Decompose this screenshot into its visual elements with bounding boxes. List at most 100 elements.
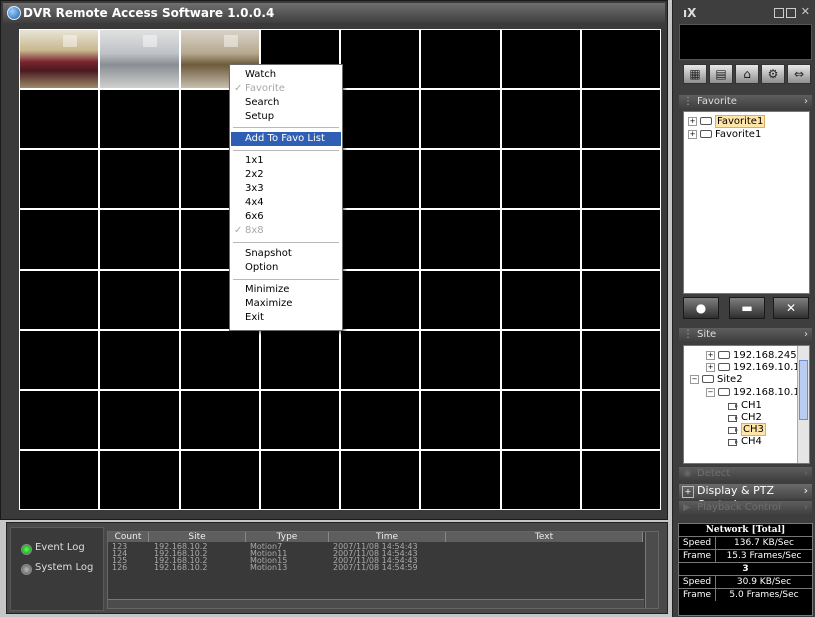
camera-cell[interactable] [421, 210, 500, 269]
camera-cell[interactable] [501, 270, 580, 329]
tree-node[interactable]: CH1 [728, 400, 762, 412]
menu-item-3x3[interactable]: 3x3 [231, 182, 341, 196]
camera-cell[interactable] [20, 210, 99, 269]
camera-cell[interactable] [260, 450, 339, 509]
event-log-radio[interactable] [21, 544, 32, 555]
layout-button[interactable]: ▦ [683, 64, 707, 84]
camera-cell[interactable] [421, 30, 500, 89]
detect-section-header[interactable]: ◉ Detect › [679, 467, 812, 481]
expand-icon[interactable]: + [706, 362, 715, 372]
camera-cell[interactable] [501, 450, 580, 509]
camera-cell[interactable] [100, 390, 179, 449]
camera-cell[interactable] [341, 30, 420, 89]
camera-cell[interactable] [501, 150, 580, 209]
menu-item-watch[interactable]: Watch [231, 68, 341, 82]
minimize-icon[interactable] [774, 8, 784, 18]
camera-cell[interactable] [421, 390, 500, 449]
camera-cell[interactable] [20, 450, 99, 509]
maximize-icon[interactable] [786, 8, 796, 18]
camera-cell[interactable] [581, 30, 660, 89]
site-tree-scrollbar[interactable] [797, 346, 809, 463]
camera-cell[interactable] [341, 90, 420, 149]
menu-item-4x4[interactable]: 4x4 [231, 196, 341, 210]
camera-cell[interactable] [501, 30, 580, 89]
camera-cell[interactable] [341, 150, 420, 209]
camera-cell[interactable] [501, 390, 580, 449]
camera-cell[interactable] [100, 270, 179, 329]
camera-cell[interactable] [180, 390, 259, 449]
tree-node[interactable]: + Favorite1 [688, 115, 766, 128]
camera-cell[interactable] [421, 450, 500, 509]
edit-button[interactable]: ▬ [729, 297, 765, 319]
column-header-site[interactable]: Site [149, 532, 246, 542]
menu-item-add-to-favo-list[interactable]: Add To Favo List [231, 132, 341, 146]
column-header-time[interactable]: Time [329, 532, 446, 542]
camera-cell[interactable] [20, 330, 99, 389]
camera-cell[interactable] [100, 210, 179, 269]
camera-cell[interactable] [581, 390, 660, 449]
display-ptz-section-header[interactable]: + Display & PTZ Control › [679, 484, 812, 511]
tree-node[interactable]: CH3 [728, 423, 766, 436]
menu-item-minimize[interactable]: Minimize [231, 283, 341, 297]
column-header-type[interactable]: Type [246, 532, 329, 542]
camera-cell[interactable] [180, 330, 259, 389]
camera-cell[interactable] [581, 330, 660, 389]
delete-button[interactable]: ✕ [773, 297, 809, 319]
settings-button[interactable]: ⚙ [761, 64, 785, 84]
tree-node[interactable]: +192.169.10.114 [706, 362, 809, 374]
menu-item-2x2[interactable]: 2x2 [231, 168, 341, 182]
menu-item-setup[interactable]: Setup [231, 110, 341, 124]
collapse-icon[interactable]: − [690, 374, 699, 384]
tree-node[interactable]: + Favorite1 [688, 129, 761, 141]
camera-cell[interactable] [421, 330, 500, 389]
event-log-label[interactable]: Event Log [35, 542, 85, 553]
camera-cell[interactable] [341, 270, 420, 329]
camera-cell[interactable] [341, 330, 420, 389]
connect-button[interactable]: ⇔ [787, 64, 811, 84]
camera-cell[interactable] [260, 390, 339, 449]
camera-cell[interactable] [180, 450, 259, 509]
camera-cell[interactable] [581, 90, 660, 149]
camera-cell[interactable] [20, 30, 99, 89]
horizontal-scrollbar[interactable] [108, 599, 644, 608]
camera-cell[interactable] [421, 150, 500, 209]
menu-item-6x6[interactable]: 6x6 [231, 210, 341, 224]
camera-cell[interactable] [501, 90, 580, 149]
camera-cell[interactable] [100, 90, 179, 149]
camera-cell[interactable] [341, 450, 420, 509]
camera-cell[interactable] [20, 90, 99, 149]
camera-cell[interactable] [100, 330, 179, 389]
menu-item-snapshot[interactable]: Snapshot [231, 247, 341, 261]
scroll-thumb[interactable] [799, 360, 808, 420]
column-header-count[interactable]: Count [108, 532, 149, 542]
table-row[interactable]: 126 192.168.10.2 Motion13 2007/11/08 14:… [108, 564, 644, 572]
camera-cell[interactable] [421, 90, 500, 149]
camera-cell[interactable] [341, 390, 420, 449]
tree-node[interactable]: CH4 [728, 436, 762, 448]
column-header-text[interactable]: Text [446, 532, 643, 542]
camera-cell[interactable] [100, 150, 179, 209]
favorite-section-header[interactable]: ⋮ Favorite › [679, 95, 812, 109]
camera-cell[interactable] [421, 270, 500, 329]
list-button[interactable]: ▤ [709, 64, 733, 84]
tree-node[interactable]: − Site2 [690, 374, 743, 386]
camera-cell[interactable] [100, 30, 179, 89]
close-icon[interactable]: ✕ [801, 5, 810, 18]
tree-node[interactable]: +192.168.245.3 [706, 350, 806, 362]
camera-cell[interactable] [20, 390, 99, 449]
camera-cell[interactable] [581, 270, 660, 329]
camera-cell[interactable] [260, 330, 339, 389]
system-log-radio[interactable] [21, 564, 32, 575]
add-button[interactable]: ● [683, 297, 719, 319]
vertical-scrollbar[interactable] [645, 532, 658, 608]
eraser-button[interactable]: ⌂ [735, 64, 759, 84]
camera-cell[interactable] [501, 330, 580, 389]
camera-cell[interactable] [20, 150, 99, 209]
camera-cell[interactable] [581, 450, 660, 509]
system-log-label[interactable]: System Log [35, 562, 93, 573]
camera-cell[interactable] [20, 270, 99, 329]
menu-item-option[interactable]: Option [231, 261, 341, 275]
expand-icon[interactable]: + [706, 350, 715, 360]
expand-icon[interactable]: + [688, 116, 697, 126]
collapse-icon[interactable]: − [706, 387, 715, 397]
